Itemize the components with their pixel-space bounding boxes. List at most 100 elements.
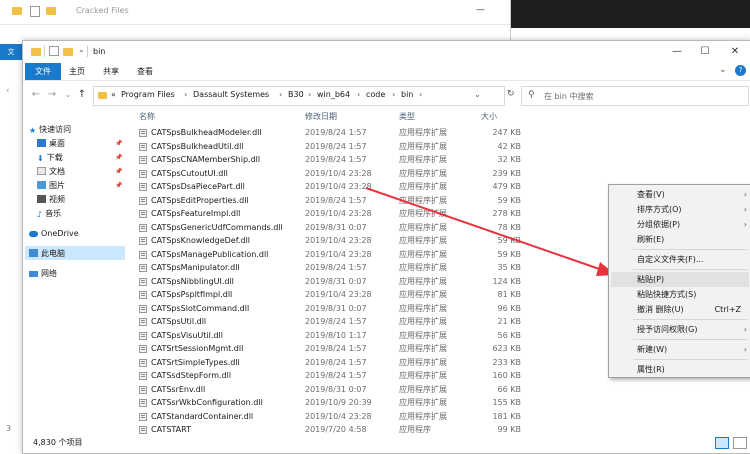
tab-file[interactable]: 文件 <box>25 63 61 80</box>
menu-item[interactable]: 分组依据(P) › <box>611 217 749 232</box>
menu-item[interactable]: 查看(V) › <box>611 187 749 202</box>
minimize-button[interactable]: — <box>663 43 691 61</box>
menu-item[interactable]: 授予访问权限(G) › <box>611 322 749 337</box>
nav-videos[interactable]: 视频 <box>37 193 65 206</box>
file-type: 应用程序扩展 <box>399 209 447 218</box>
file-row[interactable]: CATSsrEnv.dll 2019/8/31 0:07 应用程序扩展 66 KB <box>135 383 521 397</box>
maximize-button[interactable]: ☐ <box>691 43 719 61</box>
star-icon: ★ <box>29 126 37 135</box>
column-header-date[interactable]: 修改日期 <box>305 111 337 123</box>
file-row[interactable]: CATSpsManagePublication.dll 2019/10/4 23:… <box>135 248 521 262</box>
breadcrumb-overflow[interactable]: « <box>111 90 116 99</box>
file-row[interactable]: CATStandardContainer.dll 2019/10/4 23:28 应… <box>135 410 521 424</box>
background-window-title: Cracked Files <box>76 6 129 15</box>
tab-share[interactable]: 共享 <box>97 63 125 80</box>
details-view-button[interactable] <box>715 437 729 449</box>
file-row[interactable]: CATSTART 2019/7/20 4:58 应用程序 99 KB <box>135 423 521 437</box>
file-row[interactable]: CATSpsEditProperties.dll 2019/8/24 1:57 应用… <box>135 194 521 208</box>
back-button[interactable]: ← <box>29 87 43 103</box>
menu-item[interactable]: 新建(W) › <box>611 342 749 357</box>
new-folder-icon[interactable] <box>63 48 73 56</box>
properties-icon[interactable] <box>49 46 59 56</box>
column-header-size[interactable]: 大小 <box>481 111 497 123</box>
file-row[interactable]: CATSpsKnowledgeDef.dll 2019/10/4 23:28 应用程… <box>135 234 521 248</box>
minimize-button[interactable]: — <box>476 5 485 15</box>
file-row[interactable]: CATSpsBulkheadModeler.dll 2019/8/24 1:57 应… <box>135 126 521 140</box>
file-date: 2019/8/24 1:57 <box>305 344 367 353</box>
large-icons-view-button[interactable] <box>733 437 747 449</box>
menu-item[interactable]: 排序方式(O) › <box>611 202 749 217</box>
file-row[interactable]: CATSpsDsaPiecePart.dll 2019/10/4 23:28 应用程… <box>135 180 521 194</box>
menu-item[interactable]: 自定义文件夹(F)... <box>611 252 749 267</box>
file-row[interactable]: CATSsdStepForm.dll 2019/8/24 1:57 应用程序扩展 16… <box>135 369 521 383</box>
column-header-name[interactable]: 名称 <box>139 111 155 123</box>
forward-button[interactable]: → <box>45 87 59 103</box>
breadcrumb-separator[interactable]: › <box>357 90 360 99</box>
breadcrumb-separator[interactable]: › <box>279 90 282 99</box>
file-name: CATSpsNibblingUI.dll <box>151 276 234 286</box>
nav-quick-access[interactable]: ★ 快速访问 <box>29 123 71 136</box>
file-row[interactable]: CATSrtSimpleTypes.dll 2019/8/24 1:57 应用程序扩… <box>135 356 521 370</box>
address-bar[interactable]: « Program Files › Dassault Systemes › B3… <box>93 86 505 106</box>
help-icon[interactable]: ? <box>735 65 746 76</box>
nav-pictures[interactable]: 图片 📌 <box>37 179 137 192</box>
menu-item[interactable]: 粘贴快捷方式(S) <box>611 287 749 302</box>
nav-this-pc[interactable]: 此电脑 <box>29 247 65 260</box>
nav-music[interactable]: ♪ 音乐 <box>37 207 61 220</box>
breadcrumb-separator[interactable]: › <box>419 90 422 99</box>
quick-access-dropdown[interactable]: ⌄ <box>78 45 85 54</box>
recent-locations-button[interactable]: ⌄ <box>61 87 75 103</box>
file-row[interactable]: CATSpsBulkheadUtil.dll 2019/8/24 1:57 应用程序… <box>135 140 521 154</box>
file-name: CATSrtSessionMgmt.dll <box>151 344 244 353</box>
close-button[interactable]: ✕ <box>721 43 749 61</box>
breadcrumb-win-b64[interactable]: win_b64 <box>317 90 350 99</box>
breadcrumb-dassault-systemes[interactable]: Dassault Systemes <box>193 90 269 99</box>
breadcrumb-code[interactable]: code <box>366 90 385 99</box>
background-file-tab[interactable]: 文 <box>0 44 22 60</box>
file-name: CATSpsFeatureImpl.dll <box>151 209 241 218</box>
ribbon-expand-button[interactable]: ⌄ <box>719 65 727 75</box>
file-row[interactable]: CATSpsCNAMemberShip.dll 2019/8/24 1:57 应用程… <box>135 153 521 167</box>
title-bar[interactable]: ⌄ bin — ☐ ✕ <box>23 41 750 63</box>
file-type: 应用程序 <box>399 425 431 434</box>
refresh-button[interactable]: ↻ <box>507 89 515 99</box>
file-row[interactable]: CATSpsUtil.dll 2019/8/24 1:57 应用程序扩展 21 KB <box>135 315 521 329</box>
file-row[interactable]: CATSpsCutoutUI.dll 2019/10/4 23:28 应用程序扩展 2… <box>135 167 521 181</box>
nav-documents[interactable]: 文档 📌 <box>37 165 137 178</box>
breadcrumb-b30[interactable]: B30 <box>288 90 304 99</box>
search-box[interactable]: ⚲ 在 bin 中搜索 <box>521 86 749 106</box>
breadcrumb-program-files[interactable]: Program Files <box>121 90 175 99</box>
nav-downloads[interactable]: ⬇ 下载 📌 <box>37 151 137 164</box>
file-row[interactable]: CATSpsSlotCommand.dll 2019/8/31 0:07 应用程序扩… <box>135 302 521 316</box>
menu-item[interactable]: 刷新(E) <box>611 232 749 247</box>
breadcrumb-separator[interactable]: › <box>308 90 311 99</box>
file-row[interactable]: CATSpsNibblingUI.dll 2019/8/31 0:07 应用程序扩展… <box>135 275 521 289</box>
file-row[interactable]: CATSpsManipulator.dll 2019/8/24 1:57 应用程序扩… <box>135 261 521 275</box>
properties-icon[interactable] <box>30 6 40 17</box>
up-button[interactable]: ↑ <box>75 87 89 103</box>
file-size: 56 KB <box>497 330 521 340</box>
background-title-bar[interactable]: Cracked Files — <box>0 0 510 25</box>
file-row[interactable]: CATSsrWkbConfiguration.dll 2019/10/9 20:3… <box>135 396 521 410</box>
file-type: 应用程序扩展 <box>399 263 447 272</box>
menu-item[interactable]: 粘贴(P) <box>611 272 749 287</box>
file-row[interactable]: CATSpsPspltfImpl.dll 2019/10/4 23:28 应用程序扩… <box>135 288 521 302</box>
menu-item[interactable]: 撤消 删除(U) Ctrl+Z <box>611 302 749 317</box>
tab-view[interactable]: 查看 <box>131 63 159 80</box>
nav-desktop[interactable]: 桌面 📌 <box>37 137 137 150</box>
file-type: 应用程序扩展 <box>399 236 447 245</box>
file-row[interactable]: CATSpsFeatureImpl.dll 2019/10/4 23:28 应用程序… <box>135 207 521 221</box>
breadcrumb-bin[interactable]: bin <box>401 90 413 99</box>
file-row[interactable]: CATSpsVisuUtil.dll 2019/8/10 1:17 应用程序扩展 56… <box>135 329 521 343</box>
file-size: 99 KB <box>497 425 521 434</box>
breadcrumb-separator[interactable]: › <box>392 90 395 99</box>
address-dropdown[interactable]: ⌄ <box>474 90 481 99</box>
nav-onedrive[interactable]: OneDrive <box>29 227 79 240</box>
column-header-type[interactable]: 类型 <box>399 111 415 123</box>
file-row[interactable]: CATSpsGenericUdfCommands.dll 2019/8/31 0:… <box>135 221 521 235</box>
file-row[interactable]: CATSrtSessionMgmt.dll 2019/8/24 1:57 应用程序扩… <box>135 342 521 356</box>
tab-home[interactable]: 主页 <box>63 63 91 80</box>
breadcrumb-separator[interactable]: › <box>184 90 187 99</box>
nav-network[interactable]: 网络 <box>29 267 57 280</box>
menu-item[interactable]: 属性(R) <box>611 362 749 377</box>
